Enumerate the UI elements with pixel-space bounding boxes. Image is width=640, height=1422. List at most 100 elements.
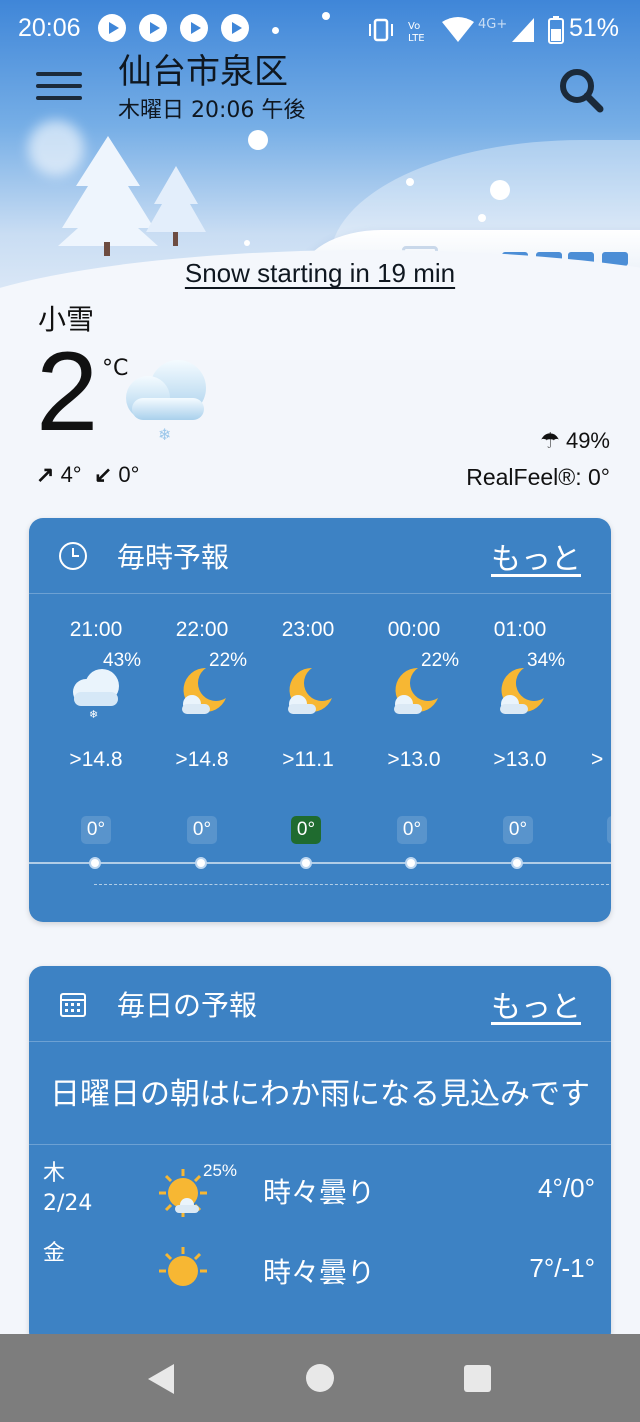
- temp-point: [300, 857, 312, 869]
- hour-time: 01:00: [493, 618, 547, 641]
- snow-tree-icon: [58, 136, 206, 256]
- media-play-icon: [221, 14, 249, 42]
- day-temps: 4°/0°: [538, 1173, 595, 1203]
- umbrella-icon: ☂: [540, 428, 560, 453]
- svg-text:❄: ❄: [158, 425, 171, 442]
- notification-dot-icon: [272, 27, 279, 34]
- recent-apps-icon[interactable]: [464, 1365, 491, 1392]
- media-play-icon: [98, 14, 126, 42]
- arrow-up-icon: ↗: [36, 462, 55, 487]
- hour-time: 00:00: [387, 618, 441, 641]
- temp-point: [195, 857, 207, 869]
- search-icon[interactable]: [557, 66, 605, 114]
- wind-direction-icon: >: [591, 748, 604, 771]
- temperature-graph-baseline: [94, 884, 611, 885]
- clock-icon: [59, 542, 87, 570]
- hour-column[interactable]: 21:00 43% ❄ >14.8: [43, 618, 149, 772]
- hour-column-partial[interactable]: 0: >: [573, 618, 611, 772]
- wind-direction-icon: >: [387, 748, 400, 771]
- vibrate-icon: [369, 18, 393, 42]
- hour-temp: 0°: [503, 816, 533, 844]
- hour-column[interactable]: 22:00 22% >14.8: [149, 618, 255, 772]
- hour-wind: >11.1: [282, 748, 334, 771]
- volte-icon: Vo LTE: [408, 21, 425, 44]
- daily-forecast-card: 毎日の予報 もっと 日曜日の朝はにわか雨になる見込みです 木 2/24 25% …: [29, 966, 611, 1346]
- hour-column[interactable]: 01:00 34% >13.0: [467, 618, 573, 772]
- more-link[interactable]: もっと: [491, 982, 581, 1026]
- menu-icon[interactable]: [36, 72, 82, 106]
- high-low-temps: ↗ 4° ↙ 0°: [36, 462, 139, 488]
- hour-temp-partial: [607, 816, 611, 844]
- day-label: 金: [43, 1241, 66, 1266]
- day-row[interactable]: 金 時々曇り 7°/-1°: [29, 1237, 611, 1329]
- moon-cloud-icon: [182, 667, 226, 714]
- sun-cloud-icon: [159, 1169, 207, 1217]
- precip-value: 49%: [565, 428, 610, 453]
- sun-icon: [159, 1247, 207, 1286]
- wind-direction-icon: >: [175, 748, 188, 771]
- svg-text:Vo: Vo: [408, 21, 420, 32]
- wifi-icon: [442, 17, 474, 42]
- svg-text:LTE: LTE: [408, 33, 425, 44]
- snowflake-decoration: [248, 130, 268, 150]
- moon-cloud-icon: [288, 667, 332, 714]
- hourly-forecast-card: 毎時予報 もっと 21:00 43% ❄ >14.8 22:00 22% >14…: [29, 518, 611, 922]
- system-navigation-bar: [0, 1334, 640, 1422]
- card-header: 毎時予報 もっと: [29, 518, 611, 594]
- hour-column[interactable]: 23:00 >11.1: [255, 618, 361, 772]
- snowflake-decoration: [490, 180, 510, 200]
- day-precip: 25%: [203, 1161, 238, 1180]
- card-header: 毎日の予報 もっと: [29, 966, 611, 1042]
- home-icon[interactable]: [306, 1364, 334, 1392]
- snowflake-decoration: [478, 214, 486, 222]
- moon-cloud-icon: [500, 667, 544, 714]
- moon-cloud-icon: [604, 664, 611, 718]
- svg-text:❄: ❄: [89, 708, 98, 718]
- temperature-graph-line: [29, 862, 611, 864]
- media-play-icon: [139, 14, 167, 42]
- temp-point: [511, 857, 523, 869]
- snowflake-decoration: [244, 240, 250, 246]
- hour-wind: >13.0: [387, 748, 441, 771]
- day-row[interactable]: 木 2/24 25% 時々曇り 4°/0°: [29, 1145, 611, 1237]
- wind-direction-icon: >: [69, 748, 82, 771]
- hour-time: 21:00: [69, 618, 123, 641]
- hour-column[interactable]: 00:00 22% >13.0: [361, 618, 467, 772]
- high-temp: 4°: [60, 462, 82, 487]
- svg-text:4G+: 4G+: [478, 17, 507, 32]
- hour-wind: >14.8: [69, 748, 123, 771]
- hour-time: 22:00: [175, 618, 229, 641]
- hour-temp: 0°: [81, 816, 111, 844]
- snowflake-decoration: [406, 178, 414, 186]
- day-label: 木 2/24: [43, 1161, 93, 1216]
- low-temp: 0°: [118, 462, 140, 487]
- battery-percent: 51%: [569, 14, 620, 42]
- hourly-scroller[interactable]: 21:00 43% ❄ >14.8 22:00 22% >14.8 23:00: [29, 594, 611, 922]
- moon-cloud-icon: [394, 667, 438, 714]
- day-condition: 時々曇り: [263, 1256, 376, 1289]
- card-title: 毎時予報: [117, 541, 230, 574]
- realfeel-temp: RealFeel®: 0°: [466, 464, 610, 490]
- hour-wind: >14.8: [175, 748, 229, 771]
- status-bar: 20:06 Vo LTE 4G+ 51%: [0, 0, 640, 60]
- hour-temp: 0°: [187, 816, 217, 844]
- more-link[interactable]: もっと: [491, 534, 581, 578]
- status-time: 20:06: [18, 14, 81, 42]
- current-temperature: 2: [36, 329, 99, 454]
- back-icon[interactable]: [148, 1364, 174, 1394]
- calendar-icon: [60, 993, 86, 1017]
- snow-cloud-icon: ❄: [73, 669, 119, 721]
- location-datetime: 木曜日 20:06 午後: [118, 98, 306, 123]
- hour-time: 0:: [573, 618, 611, 642]
- hour-wind: >13.0: [493, 748, 547, 771]
- snow-cloud-icon: ❄: [126, 360, 206, 442]
- precip-probability: ☂ 49%: [540, 428, 610, 454]
- wind-direction-icon: >: [493, 748, 506, 771]
- temp-point: [405, 857, 417, 869]
- day-temps: 7°/-1°: [529, 1253, 595, 1283]
- card-title: 毎日の予報: [117, 989, 258, 1022]
- minutecast-alert-link[interactable]: Snow starting in 19 min: [0, 258, 640, 289]
- battery-icon: [548, 16, 564, 44]
- location-title[interactable]: 仙台市泉区: [118, 44, 288, 93]
- wind-direction-icon: >: [282, 748, 295, 771]
